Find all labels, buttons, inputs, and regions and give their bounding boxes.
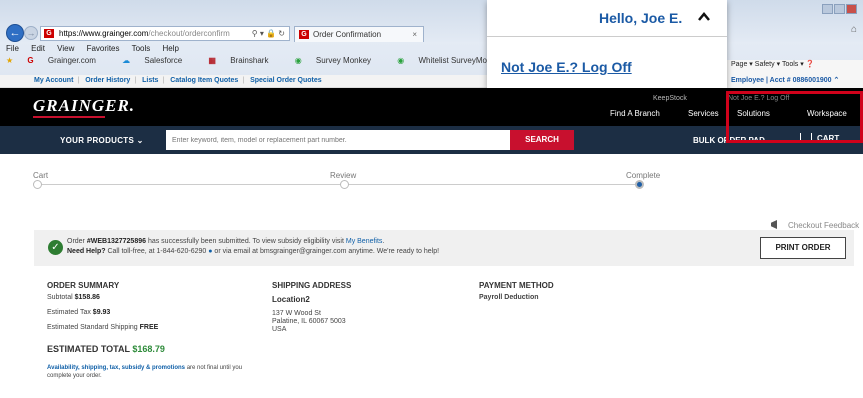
payment-method-title: PAYMENT METHOD bbox=[479, 281, 554, 290]
address-tools-icon[interactable]: ⚲ ▾ 🔒 ↻ bbox=[252, 27, 285, 40]
progress-track bbox=[38, 184, 640, 185]
log-off-link[interactable]: Not Joe E.? Log Off bbox=[501, 59, 632, 75]
megaphone-icon bbox=[771, 220, 777, 229]
surveymonkey-icon: ◉ bbox=[294, 56, 302, 65]
step-complete-dot bbox=[635, 180, 644, 189]
link-lists[interactable]: Lists bbox=[142, 77, 158, 84]
cloud-icon: ☁ bbox=[122, 56, 131, 65]
link-order-history[interactable]: Order History bbox=[85, 77, 130, 84]
account-strip: Page ▾ Safety ▾ Tools ▾ ❓ Employee | Acc… bbox=[727, 60, 863, 88]
shipping-row: Estimated Standard Shipping FREE bbox=[47, 324, 159, 331]
menu-help[interactable]: Help bbox=[163, 44, 179, 53]
back-arrow-icon[interactable]: ← bbox=[6, 24, 24, 42]
step-cart-label: Cart bbox=[33, 171, 49, 180]
step-review-dot bbox=[340, 180, 349, 189]
address-line-3: USA bbox=[272, 326, 287, 333]
step-cart-dot bbox=[33, 180, 42, 189]
shipping-address-title: SHIPPING ADDRESS bbox=[272, 281, 352, 290]
search-button[interactable]: SEARCH bbox=[510, 130, 574, 150]
subtotal-row: Subtotal $158.86 bbox=[47, 294, 100, 301]
chevron-up-icon[interactable]: ⌃ bbox=[834, 77, 840, 84]
find-branch-link[interactable]: Find A Branch bbox=[610, 109, 660, 118]
tab-favicon-icon: G bbox=[299, 30, 309, 39]
address-line-2: Palatine, IL 60067 5003 bbox=[272, 318, 346, 325]
print-order-button[interactable]: PRINT ORDER bbox=[760, 237, 846, 259]
order-summary-title: ORDER SUMMARY bbox=[47, 281, 120, 290]
site-favicon-icon: G bbox=[44, 29, 54, 38]
tax-row: Estimated Tax $9.93 bbox=[47, 309, 111, 316]
fav-brainshark[interactable]: ▦ Brainshark bbox=[208, 56, 280, 65]
menu-view[interactable]: View bbox=[57, 44, 74, 53]
your-products-menu[interactable]: YOUR PRODUCTS ⌄ bbox=[60, 136, 144, 145]
order-number: #WEB1327725896 bbox=[86, 238, 146, 245]
surveymonkey-icon: ◉ bbox=[397, 56, 405, 65]
greeting: Hello, Joe E. bbox=[599, 10, 683, 26]
grainger-icon: G bbox=[27, 56, 34, 65]
step-review-label: Review bbox=[330, 171, 357, 180]
menu-edit[interactable]: Edit bbox=[31, 44, 45, 53]
link-my-account[interactable]: My Account bbox=[34, 77, 73, 84]
address-bar[interactable]: G https://www.grainger.com/checkout/orde… bbox=[40, 26, 290, 41]
my-benefits-link[interactable]: My Benefits bbox=[346, 238, 383, 245]
brainshark-icon: ▦ bbox=[208, 56, 216, 65]
account-number: Employee | Acct # 0886001900 ⌃ bbox=[731, 77, 840, 84]
maximize-icon[interactable] bbox=[834, 4, 845, 14]
menu-file[interactable]: File bbox=[6, 44, 19, 53]
payment-method-value: Payroll Deduction bbox=[479, 294, 539, 301]
checkout-feedback-link[interactable]: Checkout Feedback bbox=[788, 221, 859, 230]
forward-arrow-icon[interactable]: → bbox=[24, 26, 38, 40]
check-circle-icon: ✓ bbox=[48, 240, 63, 255]
availability-link[interactable]: Availability, shipping, tax, subsidy & p… bbox=[47, 365, 185, 371]
estimated-total: ESTIMATED TOTAL $168.79 bbox=[47, 344, 165, 354]
url-path: /checkout/orderconfirm bbox=[148, 29, 230, 38]
menu-favorites[interactable]: Favorites bbox=[87, 44, 120, 53]
ie-toolbar: Page ▾ Safety ▾ Tools ▾ ❓ bbox=[731, 60, 814, 68]
close-window-icon[interactable] bbox=[846, 4, 857, 14]
help-icon[interactable]: ❓ bbox=[806, 61, 815, 68]
link-special-quotes[interactable]: Special Order Quotes bbox=[250, 77, 322, 84]
availability-note: Availability, shipping, tax, subsidy & p… bbox=[47, 365, 243, 379]
chevron-up-icon[interactable] bbox=[697, 10, 711, 24]
favorites-star-icon[interactable]: ★ bbox=[6, 56, 13, 65]
url-domain: https://www.grainger.com bbox=[59, 29, 149, 38]
fav-surveymonkey[interactable]: ◉ Survey Monkey bbox=[295, 56, 383, 65]
help-message: Need Help? Call toll-free, at 1-844-620-… bbox=[67, 248, 440, 255]
window-controls bbox=[821, 4, 857, 18]
page-menu[interactable]: Page ▾ bbox=[731, 61, 753, 68]
tools-menu[interactable]: Tools ▾ bbox=[782, 61, 804, 68]
fav-grainger[interactable]: G Grainger.com bbox=[27, 56, 108, 65]
browser-tab[interactable]: G Order Confirmation × bbox=[294, 26, 424, 42]
minimize-icon[interactable] bbox=[822, 4, 833, 14]
home-icon[interactable]: ⌂ bbox=[851, 24, 857, 35]
keepstock-link[interactable]: KeepStock bbox=[653, 95, 687, 102]
fav-salesforce[interactable]: ☁ Salesforce bbox=[122, 56, 194, 65]
link-catalog-quotes[interactable]: Catalog Item Quotes bbox=[170, 77, 238, 84]
menu-tools[interactable]: Tools bbox=[132, 44, 151, 53]
search-input[interactable] bbox=[166, 130, 510, 150]
services-menu[interactable]: Services bbox=[688, 109, 719, 118]
menu-bar: File Edit View Favorites Tools Help bbox=[0, 43, 863, 54]
address-line-1: 137 W Wood St bbox=[272, 310, 321, 317]
popup-divider bbox=[487, 36, 727, 37]
chevron-down-icon: ⌄ bbox=[136, 136, 144, 145]
confirmation-banner: ✓ Order #WEB1327725896 has successfully … bbox=[34, 230, 854, 266]
highlight-box bbox=[726, 91, 863, 143]
step-complete-label: Complete bbox=[626, 171, 661, 180]
tab-title: Order Confirmation bbox=[313, 30, 382, 39]
grainger-logo[interactable]: GRAINGER. bbox=[33, 96, 135, 116]
confirmation-message: Order #WEB1327725896 has successfully be… bbox=[67, 238, 385, 245]
logo-underline bbox=[33, 116, 105, 118]
tab-close-icon[interactable]: × bbox=[412, 27, 417, 42]
account-popup: Hello, Joe E. Not Joe E.? Log Off bbox=[487, 0, 727, 88]
safety-menu[interactable]: Safety ▾ bbox=[755, 61, 780, 68]
location-name: Location2 bbox=[272, 295, 310, 304]
